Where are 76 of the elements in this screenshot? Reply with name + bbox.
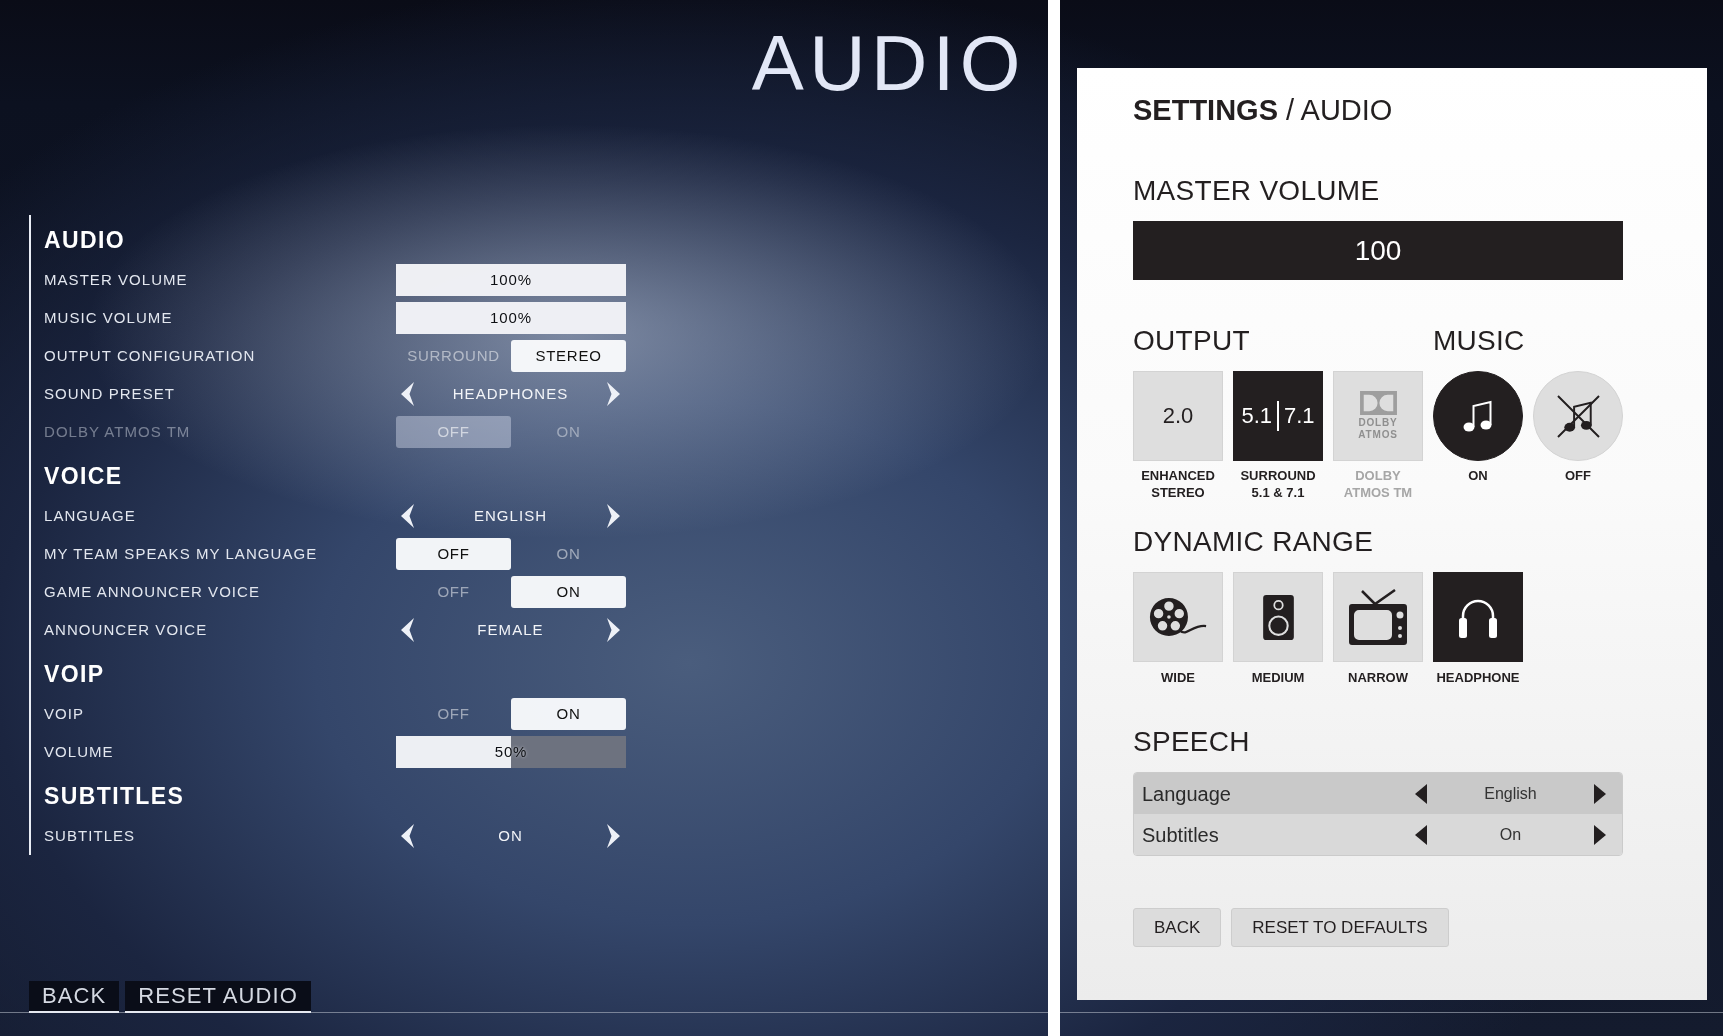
right-arrow-icon[interactable] [607,504,620,528]
breadcrumb: SETTINGS / AUDIO [1133,93,1393,128]
setting-label: SUBTITLES [44,825,136,846]
setting-row[interactable]: Subtitles On [1134,814,1622,855]
left-arrow-icon[interactable] [1415,824,1427,845]
right-arrow-icon[interactable] [607,618,620,642]
page-title: AUDIO [751,24,1026,102]
selector-value: English [1484,783,1537,804]
setting-label: ANNOUNCER VOICE [44,619,208,640]
option-caption: OFF [1565,467,1591,484]
slider-value: 100% [490,269,532,290]
left-arrow-icon[interactable] [401,382,414,406]
footer-button[interactable]: BACK [29,981,120,1013]
section-heading: VOIP [44,660,105,689]
slider-value: 100 [1354,233,1402,268]
selector-value: FEMALE [477,619,544,640]
selector-value: On [1499,824,1522,845]
volume-slider-track[interactable]: 100% [396,264,626,296]
left-arrow-icon[interactable] [1415,783,1427,804]
film-reel-icon [1149,597,1207,637]
setting-label: DOLBY ATMOS TM [44,421,191,442]
panel-button[interactable]: RESET TO DEFAULTS [1231,908,1449,947]
setting-label: Subtitles [1142,823,1219,846]
setting-label: VOIP [44,703,85,724]
toggle-option[interactable]: ON [511,698,626,730]
logo-icon [1359,391,1397,415]
muted-music-note-icon [1556,394,1600,438]
section-heading: AUDIO [44,226,125,255]
panel-button[interactable]: BACK [1133,908,1222,947]
section-heading: VOICE [44,462,123,491]
setting-label: Language [1142,782,1231,805]
footer-button[interactable]: RESET AUDIO [125,981,311,1013]
selector-value: ON [498,825,523,846]
section-heading: SUBTITLES [44,782,185,811]
music-note-icon [1463,400,1493,432]
right-arrow-icon[interactable] [1594,824,1606,845]
tv-icon [1349,589,1407,645]
section-heading: DYNAMIC RANGE [1133,525,1374,559]
right-arrow-icon[interactable] [1594,783,1606,804]
option-caption: WIDE [1161,669,1195,686]
setting-label: VOLUME [44,741,114,762]
volume-slider-track[interactable]: 100 [1133,221,1623,280]
option-caption: MEDIUM [1251,669,1305,686]
setting-label: GAME ANNOUNCER VOICE [44,581,261,602]
option-caption: NARROW [1348,669,1408,686]
speaker-icon [1262,594,1294,640]
setting-label: MASTER VOLUME [44,269,188,290]
volume-slider-track[interactable]: 100% [396,302,626,334]
right-arrow-icon[interactable] [607,824,620,848]
setting-label: MY TEAM SPEAKS MY LANGUAGE [44,543,318,564]
section-heading: MUSIC [1433,324,1525,358]
option-caption: DOLBY ATMOS TM [1343,467,1413,501]
option-tile[interactable] [1433,572,1523,662]
left-arrow-icon[interactable] [401,504,414,528]
left-arrow-icon[interactable] [401,618,414,642]
selector-value: ENGLISH [473,505,548,526]
setting-row[interactable]: Language English [1134,773,1622,814]
option-tile[interactable]: 2.0 [1133,371,1223,461]
toggle-option[interactable]: STEREO [511,340,626,372]
setting-label: MUSIC VOLUME [44,307,173,328]
section-heading: SPEECH [1133,725,1250,759]
setting-label: SOUND PRESET [44,383,175,404]
option-caption: ENHANCED STEREO [1141,467,1215,501]
section-heading: MASTER VOLUME [1133,174,1380,208]
option-caption: SURROUND 5.1 & 7.1 [1240,467,1316,501]
toggle-option[interactable]: ON [511,576,626,608]
section-heading: OUTPUT [1133,324,1250,358]
left-arrow-icon[interactable] [401,824,414,848]
selector-value: HEADPHONES [452,383,569,404]
option-caption: HEADPHONE [1436,669,1520,686]
slider-value: 100% [490,307,532,328]
toggle-option[interactable]: OFF [396,538,511,570]
setting-label: OUTPUT CONFIGURATION [44,345,256,366]
option-tile[interactable]: 5.1 7.1 [1233,371,1323,461]
setting-label: LANGUAGE [44,505,136,526]
option-caption: ON [1468,467,1488,484]
